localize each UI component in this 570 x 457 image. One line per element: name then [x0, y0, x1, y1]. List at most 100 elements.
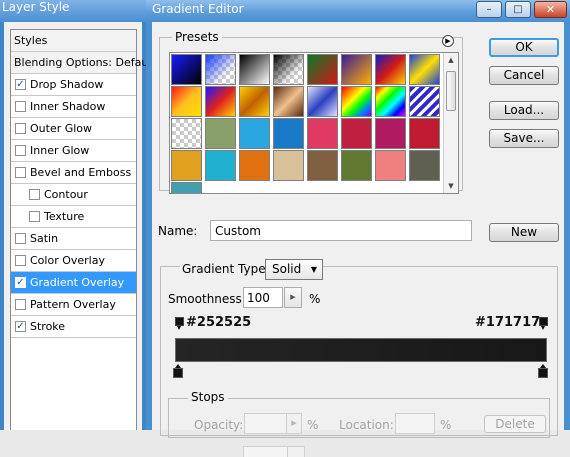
- preset-swatch[interactable]: [273, 150, 304, 181]
- maximize-button[interactable]: □: [505, 1, 531, 18]
- styles-header[interactable]: Styles: [11, 30, 136, 52]
- style-item-gradient-overlay[interactable]: ✓ Gradient Overlay: [11, 272, 136, 294]
- styles-list: Styles Blending Options: Default ✓ Drop S…: [10, 29, 156, 430]
- color-stop-left[interactable]: [173, 364, 183, 378]
- style-checkbox[interactable]: ✓: [15, 79, 26, 90]
- style-checkbox[interactable]: ✓: [15, 277, 26, 288]
- layer-style-window: Layer Style Styles Blending Options: Def…: [0, 0, 156, 430]
- style-checkbox[interactable]: [15, 299, 26, 310]
- close-icon: ✕: [545, 3, 556, 16]
- style-checkbox[interactable]: [15, 123, 26, 134]
- preset-swatch[interactable]: [273, 86, 304, 117]
- scroll-up-icon[interactable]: ▲: [444, 53, 458, 67]
- preset-swatch[interactable]: [307, 118, 338, 149]
- style-item-label: Inner Glow: [30, 144, 90, 157]
- style-item-texture[interactable]: Texture: [11, 206, 136, 228]
- style-checkbox[interactable]: [15, 167, 26, 178]
- minimize-button[interactable]: –: [476, 1, 502, 18]
- style-item-bevel-and-emboss[interactable]: Bevel and Emboss: [11, 162, 136, 184]
- opacity-stop-right[interactable]: [539, 317, 548, 331]
- preset-swatch[interactable]: [273, 54, 304, 85]
- style-item-pattern-overlay[interactable]: Pattern Overlay: [11, 294, 136, 316]
- style-item-inner-glow[interactable]: Inner Glow: [11, 140, 136, 162]
- right-stop-color-label: #171717: [475, 315, 541, 330]
- preset-swatch[interactable]: [171, 150, 202, 181]
- presets-label: Presets: [172, 30, 222, 44]
- style-checkbox[interactable]: [15, 101, 26, 112]
- preset-swatch[interactable]: [239, 54, 270, 85]
- style-item-color-overlay[interactable]: Color Overlay: [11, 250, 136, 272]
- gradient-type-select[interactable]: Solid ▼: [265, 259, 323, 280]
- style-item-inner-shadow[interactable]: Inner Shadow: [11, 96, 136, 118]
- style-item-drop-shadow[interactable]: ✓ Drop Shadow: [11, 74, 136, 96]
- preset-swatch[interactable]: [205, 150, 236, 181]
- color-field-toggle-icon[interactable]: [287, 446, 305, 457]
- preset-swatch[interactable]: [307, 150, 338, 181]
- gradient-editor-titlebar[interactable]: Gradient Editor – □ ✕: [146, 0, 570, 22]
- preset-swatch[interactable]: [239, 86, 270, 117]
- save-button[interactable]: Save...: [489, 129, 559, 148]
- load-button[interactable]: Load...: [489, 101, 559, 120]
- preset-swatch[interactable]: [375, 54, 406, 85]
- gradient-preview-bar[interactable]: [175, 338, 547, 362]
- ok-button[interactable]: OK: [489, 38, 559, 57]
- minimize-icon: –: [486, 4, 492, 15]
- style-checkbox[interactable]: [15, 233, 26, 244]
- scroll-down-icon[interactable]: ▼: [444, 179, 458, 193]
- style-checkbox[interactable]: [29, 189, 40, 200]
- style-item-label: Drop Shadow: [30, 78, 104, 91]
- style-item-outer-glow[interactable]: Outer Glow: [11, 118, 136, 140]
- preset-swatch[interactable]: [409, 54, 440, 85]
- smoothness-percent: %: [309, 292, 321, 306]
- preset-swatch[interactable]: [341, 118, 372, 149]
- presets-menu-icon[interactable]: ▶: [442, 35, 454, 47]
- preset-swatch[interactable]: [375, 86, 406, 117]
- opacity-stop-left[interactable]: [175, 317, 184, 331]
- left-stop-color-label: #252525: [186, 315, 252, 330]
- preset-swatch[interactable]: [171, 118, 202, 149]
- close-button[interactable]: ✕: [534, 1, 567, 18]
- delete-stop-button[interactable]: Delete: [484, 415, 546, 433]
- style-item-contour[interactable]: Contour: [11, 184, 136, 206]
- presets-scrollbar[interactable]: ▲ ▼: [443, 53, 458, 193]
- smoothness-label: Smoothness:: [168, 292, 246, 306]
- opacity-input[interactable]: [244, 413, 290, 434]
- color-stop-right[interactable]: [538, 364, 548, 378]
- style-checkbox[interactable]: ✓: [15, 321, 26, 332]
- style-checkbox[interactable]: [29, 211, 40, 222]
- preset-swatch[interactable]: [375, 118, 406, 149]
- preset-swatch[interactable]: [205, 118, 236, 149]
- name-input[interactable]: [210, 220, 472, 241]
- preset-swatch[interactable]: [341, 54, 372, 85]
- blending-options-item[interactable]: Blending Options: Default: [11, 52, 156, 74]
- preset-swatch[interactable]: [341, 150, 372, 181]
- style-item-label: Bevel and Emboss: [30, 166, 132, 179]
- style-checkbox[interactable]: [15, 145, 26, 156]
- preset-swatch[interactable]: [409, 118, 440, 149]
- color-swatch-field[interactable]: [243, 446, 289, 457]
- style-checkbox[interactable]: [15, 255, 26, 266]
- smoothness-slider-toggle-icon[interactable]: ▶: [284, 287, 302, 308]
- preset-swatch[interactable]: [171, 54, 202, 85]
- cancel-button[interactable]: Cancel: [489, 66, 559, 85]
- preset-swatch[interactable]: [375, 150, 406, 181]
- new-button[interactable]: New: [489, 223, 559, 242]
- preset-swatch[interactable]: [273, 118, 304, 149]
- smoothness-input[interactable]: [243, 287, 283, 308]
- opacity-slider-toggle-icon[interactable]: ▶: [286, 413, 302, 434]
- preset-swatch[interactable]: [239, 118, 270, 149]
- style-item-satin[interactable]: Satin: [11, 228, 136, 250]
- scroll-thumb[interactable]: [446, 71, 456, 111]
- preset-swatch[interactable]: [409, 86, 440, 117]
- preset-swatch[interactable]: [171, 86, 202, 117]
- preset-swatch[interactable]: [341, 86, 372, 117]
- preset-swatch[interactable]: [171, 182, 202, 193]
- preset-swatch[interactable]: [409, 150, 440, 181]
- preset-swatch[interactable]: [205, 54, 236, 85]
- preset-swatch[interactable]: [205, 86, 236, 117]
- location-input[interactable]: [395, 413, 435, 434]
- style-item-stroke[interactable]: ✓ Stroke: [11, 316, 136, 338]
- preset-swatch[interactable]: [307, 54, 338, 85]
- preset-swatch[interactable]: [239, 150, 270, 181]
- preset-swatch[interactable]: [307, 86, 338, 117]
